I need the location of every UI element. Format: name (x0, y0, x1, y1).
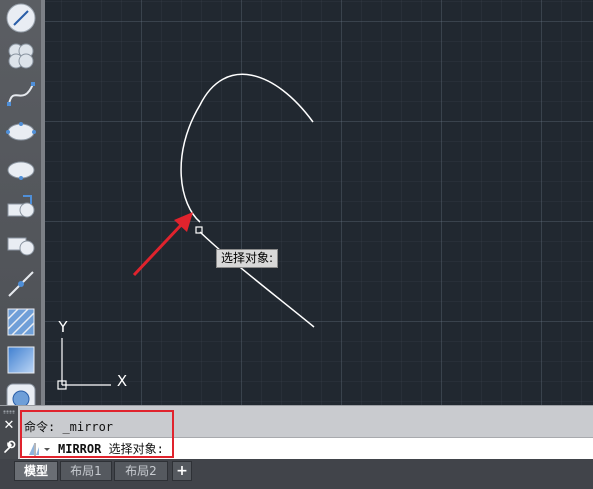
ellipse-tool-button[interactable] (5, 116, 37, 148)
ucs-y-label: Y (57, 318, 68, 336)
tab-layout1[interactable]: 布局1 (60, 461, 112, 481)
ellipse-tool-icon (6, 122, 36, 141)
red-arrow-pointer (132, 212, 193, 277)
command-input[interactable]: MIRROR 选择对象: (58, 438, 164, 460)
insert-block-tool-button[interactable] (5, 192, 37, 224)
add-layout-button[interactable]: + (172, 461, 192, 481)
command-line-grip[interactable]: ✕ (0, 406, 18, 460)
point-tool-button[interactable] (5, 268, 37, 300)
drawing-canvas[interactable]: Y X 选择对象: (45, 0, 593, 405)
ellipse-arc-tool-icon (7, 161, 35, 180)
tab-model[interactable]: 模型 (14, 461, 58, 481)
command-line-panel: ✕ 命令: _mirror MIRROR 选择对象: (0, 405, 593, 460)
ellipse-arc-tool-button[interactable] (5, 154, 37, 186)
tab-layout2[interactable]: 布局2 (114, 461, 168, 481)
spline-tool-button[interactable] (5, 78, 37, 110)
revcloud-tool-icon (8, 43, 34, 69)
grip-handle-icon[interactable] (3, 410, 15, 414)
recent-commands-dropdown-icon[interactable] (26, 441, 54, 457)
line-tool-icon (6, 3, 36, 33)
drawn-arc-curve[interactable] (180, 73, 314, 223)
hatch-tool-icon (7, 308, 35, 336)
spline-tool-icon (7, 82, 35, 106)
drawing-area: Y X (57, 73, 315, 390)
ucs-icon: Y X (57, 318, 127, 390)
revcloud-tool-button[interactable] (5, 40, 37, 72)
make-block-tool-button[interactable] (5, 230, 37, 262)
gradient-tool-icon (7, 346, 35, 374)
draw-toolbar (0, 0, 43, 413)
select-objects-tooltip: 选择对象: (216, 249, 279, 268)
command-prompt-text: 选择对象: (108, 442, 164, 456)
line-tool-button[interactable] (5, 2, 37, 34)
ucs-x-label: X (117, 372, 127, 390)
close-icon[interactable]: ✕ (2, 419, 16, 433)
command-keyword: MIRROR (58, 442, 102, 456)
command-history-line: 命令: _mirror (24, 420, 114, 434)
layout-tab-bar: 模型 布局1 布局2 + (0, 459, 593, 489)
customize-wrench-icon[interactable] (2, 439, 16, 453)
command-input-row[interactable]: MIRROR 选择对象: (20, 437, 593, 460)
point-tool-icon (8, 271, 34, 297)
make-block-tool-icon (7, 237, 35, 256)
drawn-lower-curve[interactable] (199, 231, 315, 328)
insert-block-tool-icon (7, 195, 35, 218)
hatch-tool-button[interactable] (5, 306, 37, 338)
gradient-tool-button[interactable] (5, 344, 37, 376)
